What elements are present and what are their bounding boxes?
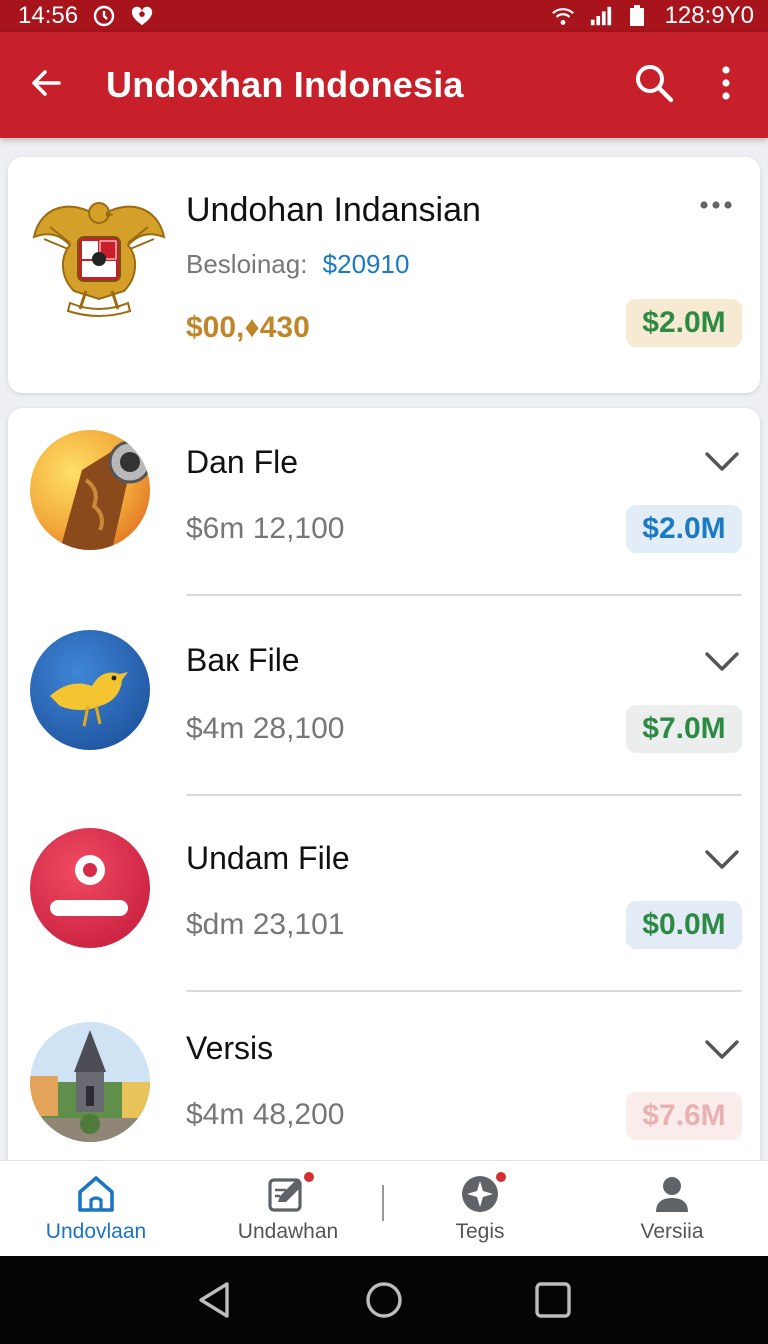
search-button[interactable] [626, 57, 682, 113]
chevron-down-icon[interactable] [704, 650, 740, 674]
status-bar: 14:56 128:9Y0 [0, 0, 768, 32]
home-icon [74, 1174, 118, 1214]
heart-icon [130, 4, 154, 28]
item-title: Dan Fle [186, 444, 299, 480]
divider [186, 594, 742, 596]
temple-avatar [30, 1022, 150, 1142]
speaker-avatar [30, 430, 150, 550]
wifi-icon [551, 4, 575, 28]
item-title: Versis [186, 1030, 274, 1066]
divider [186, 990, 742, 992]
list-item[interactable]: Versis $4m 48,200 $7.6M [8, 1004, 760, 1178]
user-avatar [30, 828, 150, 948]
notification-badge [494, 1169, 508, 1184]
nav-label: Tegis [455, 1219, 505, 1243]
bird-avatar [30, 630, 150, 750]
back-arrow-icon [29, 66, 63, 105]
list-item[interactable]: Bак File $4m 28,100 $7.0M [8, 608, 760, 806]
alarm-icon [92, 4, 116, 28]
item-title: Bак File [186, 642, 300, 678]
bottom-navigation: Undovlaan Undawhan Tegis Versiia [0, 1160, 768, 1256]
featured-meta-value: $20910 [322, 249, 410, 279]
battery-icon [627, 4, 651, 28]
home-circle-icon[interactable] [362, 1278, 406, 1322]
status-right-text: 128:9Y0 [664, 2, 754, 29]
featured-badge: $2.0M [626, 299, 742, 347]
back-triangle-icon[interactable] [193, 1278, 237, 1322]
nav-item-tegis[interactable]: Tegis [384, 1161, 576, 1256]
back-button[interactable] [16, 55, 76, 115]
person-icon [650, 1174, 694, 1214]
signal-icon [589, 4, 613, 28]
nav-separator [382, 1185, 384, 1221]
nav-item-profile[interactable]: Versiia [576, 1161, 768, 1256]
item-value: $4m 48,200 [186, 1098, 345, 1131]
app-bar: Undoxhan Indonesia [0, 32, 768, 138]
nav-label: Versiia [640, 1219, 704, 1243]
item-value: $4m 28,100 [186, 712, 345, 745]
more-horizontal-icon[interactable] [698, 195, 738, 215]
item-badge: $7.6M [626, 1092, 742, 1140]
item-value: $dm 23,101 [186, 908, 345, 941]
status-time: 14:56 [18, 2, 79, 29]
featured-title: Undohan Indansian [186, 191, 481, 229]
garuda-emblem [30, 187, 168, 327]
nav-label: Undovlaan [45, 1219, 147, 1243]
overflow-menu-button[interactable] [698, 57, 754, 113]
featured-card[interactable]: Undohan Indansian Besloinag: $20910 $00,… [8, 157, 760, 393]
chevron-down-icon[interactable] [704, 848, 740, 872]
item-badge: $2.0M [626, 505, 742, 553]
featured-amount: $00,♦430 [186, 311, 310, 344]
more-vertical-icon [720, 65, 732, 106]
list-item[interactable]: Dan Fle $6m 12,100 $2.0M [8, 408, 760, 606]
page-title: Undoxhan Indonesia [106, 64, 464, 105]
item-badge: $7.0M [626, 705, 742, 753]
notification-badge [302, 1169, 316, 1184]
nav-label: Undawhan [237, 1219, 339, 1243]
item-value: $6m 12,100 [186, 512, 345, 545]
item-badge: $0.0M [626, 901, 742, 949]
nav-item-edit[interactable]: Undawhan [192, 1161, 384, 1256]
featured-meta-label: Besloinag: [186, 249, 308, 279]
item-title: Undam File [186, 840, 350, 876]
divider [186, 794, 742, 796]
chevron-down-icon[interactable] [704, 1038, 740, 1062]
sparkle-icon [458, 1169, 508, 1214]
file-list: Dan Fle $6m 12,100 $2.0M Bак File $4m 28… [8, 408, 760, 1178]
recents-square-icon[interactable] [531, 1278, 575, 1322]
system-navigation-bar [0, 1256, 768, 1344]
chevron-down-icon[interactable] [704, 450, 740, 474]
list-item[interactable]: Undam File $dm 23,101 $0.0M [8, 806, 760, 1004]
search-icon [633, 62, 675, 109]
edit-icon [266, 1169, 316, 1214]
featured-meta: Besloinag: $20910 [186, 249, 409, 280]
nav-item-home[interactable]: Undovlaan [0, 1161, 192, 1256]
